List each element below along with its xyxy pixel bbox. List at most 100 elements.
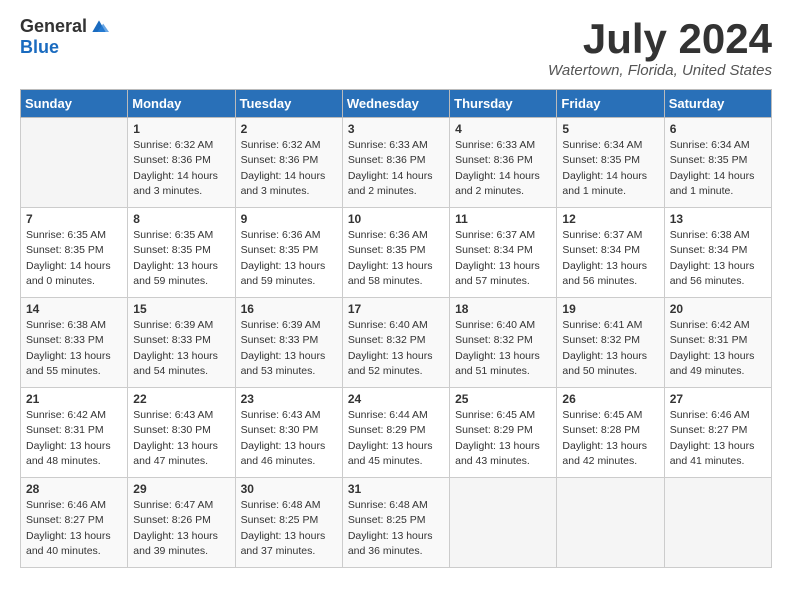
day-info: Sunrise: 6:40 AM Sunset: 8:32 PM Dayligh…: [348, 318, 444, 379]
day-number: 25: [455, 392, 551, 406]
calendar-cell: [21, 118, 128, 208]
day-info: Sunrise: 6:41 AM Sunset: 8:32 PM Dayligh…: [562, 318, 658, 379]
calendar-header-sunday: Sunday: [21, 90, 128, 118]
calendar-cell: 1Sunrise: 6:32 AM Sunset: 8:36 PM Daylig…: [128, 118, 235, 208]
title-block: July 2024 Watertown, Florida, United Sta…: [548, 16, 772, 79]
calendar-week-row: 21 Sunrise: 6:42 AM Sunset: 8:31 PM Dayli…: [21, 388, 772, 478]
day-info: Sunrise: 6:45 AM Sunset: 8:28 PM Dayligh…: [562, 408, 658, 469]
day-info: Sunrise: 6:36 AM Sunset: 8:35 PM Dayligh…: [348, 228, 444, 289]
logo-icon: [89, 17, 109, 37]
day-info: Sunrise: 6:39 AM Sunset: 8:33 PM Dayligh…: [241, 318, 337, 379]
day-number: 26: [562, 392, 658, 406]
logo-blue-text: Blue: [20, 37, 59, 58]
day-info: Sunrise: 6:32 AM Sunset: 8:36 PM Dayligh…: [241, 138, 337, 199]
day-number: 10: [348, 212, 444, 226]
day-number: 20: [670, 302, 766, 316]
day-number: 21: [26, 392, 122, 406]
day-info: Sunrise: 6:42 AM Sunset: 8:31 PM Dayligh…: [26, 408, 122, 469]
day-number: 30: [241, 482, 337, 496]
calendar-cell: 22 Sunrise: 6:43 AM Sunset: 8:30 PM Dayli…: [128, 388, 235, 478]
day-number: 6: [670, 122, 766, 136]
calendar-header-tuesday: Tuesday: [235, 90, 342, 118]
calendar-cell: 7 Sunrise: 6:35 AM Sunset: 8:35 PM Daylig…: [21, 208, 128, 298]
calendar-cell: 9 Sunrise: 6:36 AM Sunset: 8:35 PM Daylig…: [235, 208, 342, 298]
calendar-cell: 2 Sunrise: 6:32 AM Sunset: 8:36 PM Daylig…: [235, 118, 342, 208]
day-number: 17: [348, 302, 444, 316]
calendar-cell: 26 Sunrise: 6:45 AM Sunset: 8:28 PM Dayli…: [557, 388, 664, 478]
calendar-cell: 6 Sunrise: 6:34 AM Sunset: 8:35 PM Daylig…: [664, 118, 771, 208]
day-info: Sunrise: 6:34 AM Sunset: 8:35 PM Dayligh…: [670, 138, 766, 199]
day-number: 4: [455, 122, 551, 136]
calendar-header-thursday: Thursday: [450, 90, 557, 118]
calendar-cell: 18 Sunrise: 6:40 AM Sunset: 8:32 PM Dayli…: [450, 298, 557, 388]
calendar-week-row: 14 Sunrise: 6:38 AM Sunset: 8:33 PM Dayli…: [21, 298, 772, 388]
day-number: 19: [562, 302, 658, 316]
calendar-cell: [557, 478, 664, 568]
day-number: 13: [670, 212, 766, 226]
day-info: Sunrise: 6:44 AM Sunset: 8:29 PM Dayligh…: [348, 408, 444, 469]
calendar-cell: 25Sunrise: 6:45 AM Sunset: 8:29 PM Dayli…: [450, 388, 557, 478]
month-title: July 2024: [548, 16, 772, 62]
day-info: Sunrise: 6:33 AM Sunset: 8:36 PM Dayligh…: [455, 138, 551, 199]
calendar-header-saturday: Saturday: [664, 90, 771, 118]
calendar-cell: 8 Sunrise: 6:35 AM Sunset: 8:35 PM Daylig…: [128, 208, 235, 298]
calendar-cell: [664, 478, 771, 568]
logo-general-text: General: [20, 16, 87, 37]
calendar-cell: 12Sunrise: 6:37 AM Sunset: 8:34 PM Dayli…: [557, 208, 664, 298]
calendar-cell: 27 Sunrise: 6:46 AM Sunset: 8:27 PM Dayli…: [664, 388, 771, 478]
calendar-header-monday: Monday: [128, 90, 235, 118]
day-number: 22: [133, 392, 229, 406]
calendar-cell: 13 Sunrise: 6:38 AM Sunset: 8:34 PM Dayli…: [664, 208, 771, 298]
day-number: 9: [241, 212, 337, 226]
calendar-header-row: SundayMondayTuesdayWednesdayThursdayFrid…: [21, 90, 772, 118]
day-number: 14: [26, 302, 122, 316]
day-number: 18: [455, 302, 551, 316]
calendar-week-row: 28Sunrise: 6:46 AM Sunset: 8:27 PM Dayli…: [21, 478, 772, 568]
calendar-header-wednesday: Wednesday: [342, 90, 449, 118]
day-number: 3: [348, 122, 444, 136]
day-number: 31: [348, 482, 444, 496]
day-number: 23: [241, 392, 337, 406]
calendar-cell: 4 Sunrise: 6:33 AM Sunset: 8:36 PM Daylig…: [450, 118, 557, 208]
day-number: 29: [133, 482, 229, 496]
calendar-cell: 24Sunrise: 6:44 AM Sunset: 8:29 PM Dayli…: [342, 388, 449, 478]
day-info: Sunrise: 6:40 AM Sunset: 8:32 PM Dayligh…: [455, 318, 551, 379]
day-number: 2: [241, 122, 337, 136]
logo: General Blue: [20, 16, 109, 58]
calendar-cell: 3Sunrise: 6:33 AM Sunset: 8:36 PM Daylig…: [342, 118, 449, 208]
day-info: Sunrise: 6:35 AM Sunset: 8:35 PM Dayligh…: [133, 228, 229, 289]
day-number: 7: [26, 212, 122, 226]
calendar-cell: 5Sunrise: 6:34 AM Sunset: 8:35 PM Daylig…: [557, 118, 664, 208]
calendar-cell: 20 Sunrise: 6:42 AM Sunset: 8:31 PM Dayli…: [664, 298, 771, 388]
day-info: Sunrise: 6:39 AM Sunset: 8:33 PM Dayligh…: [133, 318, 229, 379]
day-info: Sunrise: 6:37 AM Sunset: 8:34 PM Dayligh…: [562, 228, 658, 289]
calendar-cell: 19 Sunrise: 6:41 AM Sunset: 8:32 PM Dayli…: [557, 298, 664, 388]
day-info: Sunrise: 6:35 AM Sunset: 8:35 PM Dayligh…: [26, 228, 122, 289]
day-info: Sunrise: 6:48 AM Sunset: 8:25 PM Dayligh…: [348, 498, 444, 559]
day-info: Sunrise: 6:32 AM Sunset: 8:36 PM Dayligh…: [133, 138, 229, 199]
calendar-week-row: 1Sunrise: 6:32 AM Sunset: 8:36 PM Daylig…: [21, 118, 772, 208]
day-info: Sunrise: 6:46 AM Sunset: 8:27 PM Dayligh…: [670, 408, 766, 469]
day-number: 8: [133, 212, 229, 226]
day-info: Sunrise: 6:38 AM Sunset: 8:34 PM Dayligh…: [670, 228, 766, 289]
calendar-cell: [450, 478, 557, 568]
calendar-cell: 21 Sunrise: 6:42 AM Sunset: 8:31 PM Dayli…: [21, 388, 128, 478]
day-info: Sunrise: 6:43 AM Sunset: 8:30 PM Dayligh…: [133, 408, 229, 469]
day-info: Sunrise: 6:38 AM Sunset: 8:33 PM Dayligh…: [26, 318, 122, 379]
day-number: 28: [26, 482, 122, 496]
day-info: Sunrise: 6:47 AM Sunset: 8:26 PM Dayligh…: [133, 498, 229, 559]
calendar-cell: 30Sunrise: 6:48 AM Sunset: 8:25 PM Dayli…: [235, 478, 342, 568]
day-number: 16: [241, 302, 337, 316]
calendar-cell: 10 Sunrise: 6:36 AM Sunset: 8:35 PM Dayli…: [342, 208, 449, 298]
day-number: 27: [670, 392, 766, 406]
calendar-cell: 16 Sunrise: 6:39 AM Sunset: 8:33 PM Dayli…: [235, 298, 342, 388]
day-number: 5: [562, 122, 658, 136]
day-info: Sunrise: 6:36 AM Sunset: 8:35 PM Dayligh…: [241, 228, 337, 289]
calendar-cell: 14 Sunrise: 6:38 AM Sunset: 8:33 PM Dayli…: [21, 298, 128, 388]
calendar-cell: 31 Sunrise: 6:48 AM Sunset: 8:25 PM Dayli…: [342, 478, 449, 568]
calendar-cell: 11Sunrise: 6:37 AM Sunset: 8:34 PM Dayli…: [450, 208, 557, 298]
day-info: Sunrise: 6:42 AM Sunset: 8:31 PM Dayligh…: [670, 318, 766, 379]
calendar-cell: 15 Sunrise: 6:39 AM Sunset: 8:33 PM Dayli…: [128, 298, 235, 388]
day-number: 15: [133, 302, 229, 316]
calendar-cell: 28Sunrise: 6:46 AM Sunset: 8:27 PM Dayli…: [21, 478, 128, 568]
